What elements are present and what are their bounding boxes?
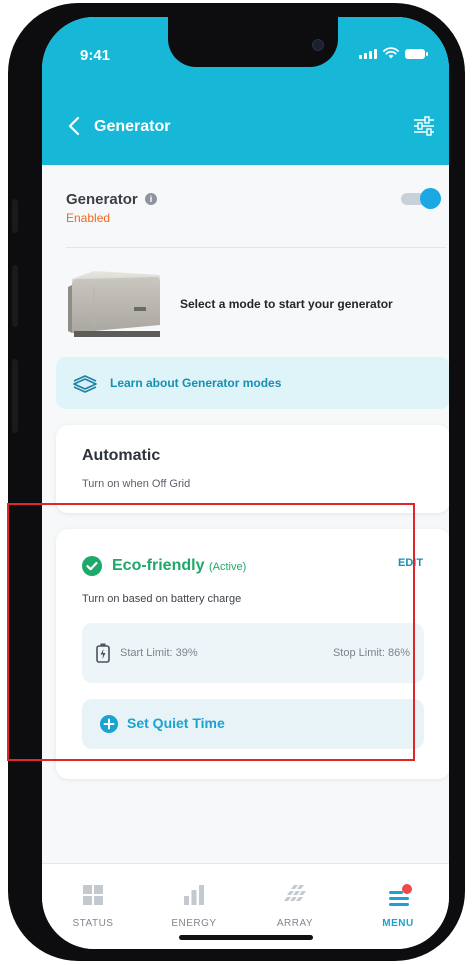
chevron-left-icon[interactable] xyxy=(64,115,86,137)
generator-image xyxy=(68,271,160,337)
battery-icon xyxy=(405,49,428,59)
tab-label: ARRAY xyxy=(276,918,314,929)
volume-up-button xyxy=(12,265,18,327)
generator-toggle[interactable] xyxy=(401,187,441,209)
grid-icon xyxy=(83,885,103,905)
mode-prompt: Select a mode to start your generator xyxy=(180,297,393,311)
mode-card-automatic[interactable]: Automatic Turn on when Off Grid xyxy=(56,425,449,513)
screen: 9:41 Generator Generator i Enabled Selec… xyxy=(42,17,449,949)
wifi-icon xyxy=(383,47,399,59)
signal-icon xyxy=(359,49,377,59)
book-stack-icon xyxy=(73,375,97,393)
sliders-icon[interactable] xyxy=(412,115,436,137)
solar-panel-icon xyxy=(284,885,306,901)
volume-down-button xyxy=(12,359,18,433)
menu-icon xyxy=(389,884,412,906)
notch xyxy=(168,17,338,67)
tab-label: STATUS xyxy=(72,918,114,929)
status-time: 9:41 xyxy=(80,47,111,64)
status-icons xyxy=(359,47,428,59)
generator-title: Generator xyxy=(66,191,138,208)
mode-title-automatic: Automatic xyxy=(82,447,161,464)
page-title: Generator xyxy=(94,118,171,135)
camera xyxy=(312,39,324,51)
mute-switch xyxy=(12,199,18,233)
learn-link-label: Learn about Generator modes xyxy=(110,376,282,390)
tab-status[interactable]: STATUS xyxy=(43,864,143,949)
learn-generator-modes-link[interactable]: Learn about Generator modes xyxy=(56,357,449,409)
toggle-knob xyxy=(420,188,441,209)
bar-chart-icon xyxy=(184,885,204,905)
info-icon[interactable]: i xyxy=(145,193,157,205)
tab-label: ENERGY xyxy=(171,918,217,929)
tab-menu[interactable]: MENU xyxy=(348,864,448,949)
divider xyxy=(66,247,446,248)
tab-label: MENU xyxy=(382,918,414,929)
highlight-box xyxy=(7,503,415,761)
generator-status: Enabled xyxy=(66,211,111,225)
phone-frame: 9:41 Generator Generator i Enabled Selec… xyxy=(8,3,465,961)
home-indicator xyxy=(179,935,313,940)
mode-description-automatic: Turn on when Off Grid xyxy=(82,478,191,490)
